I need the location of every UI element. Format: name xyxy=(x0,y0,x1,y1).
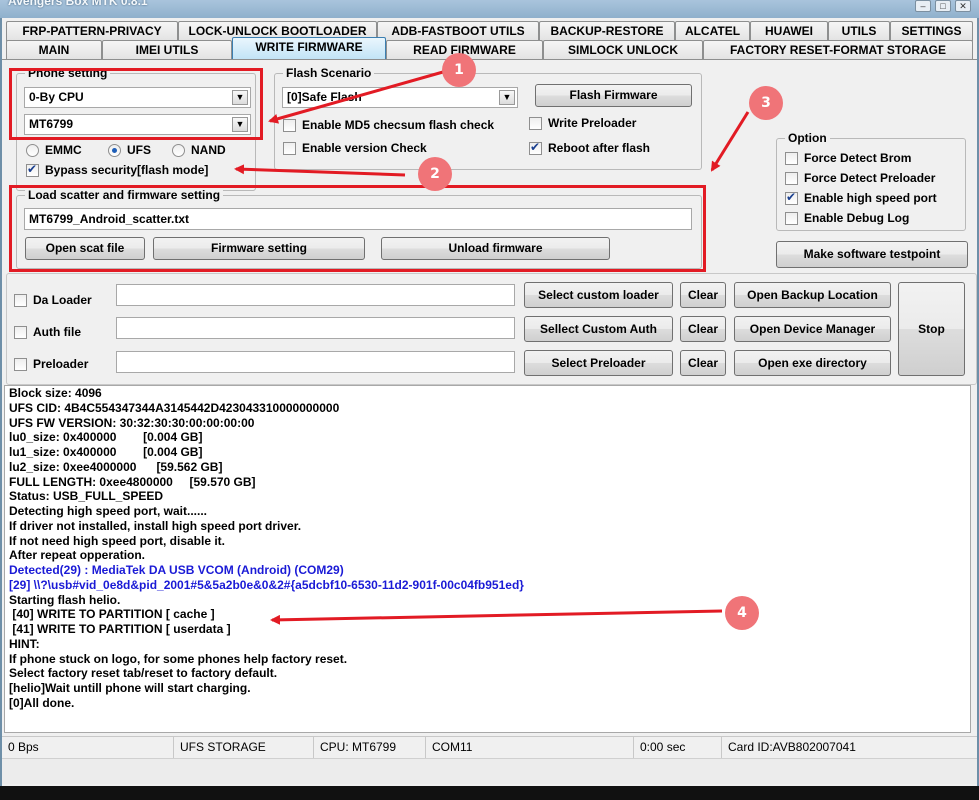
annotation-arrows xyxy=(234,70,750,625)
arrow-2 xyxy=(234,164,406,177)
annotation-badge-3: 3 xyxy=(749,86,783,120)
arrow-3 xyxy=(710,111,750,172)
arrow-1 xyxy=(268,70,444,124)
annotation-badge-4: 4 xyxy=(725,596,759,630)
arrow-4 xyxy=(270,609,723,625)
annotation-badge-2: 2 xyxy=(418,157,452,191)
annotation-badge-1: 1 xyxy=(442,53,476,87)
